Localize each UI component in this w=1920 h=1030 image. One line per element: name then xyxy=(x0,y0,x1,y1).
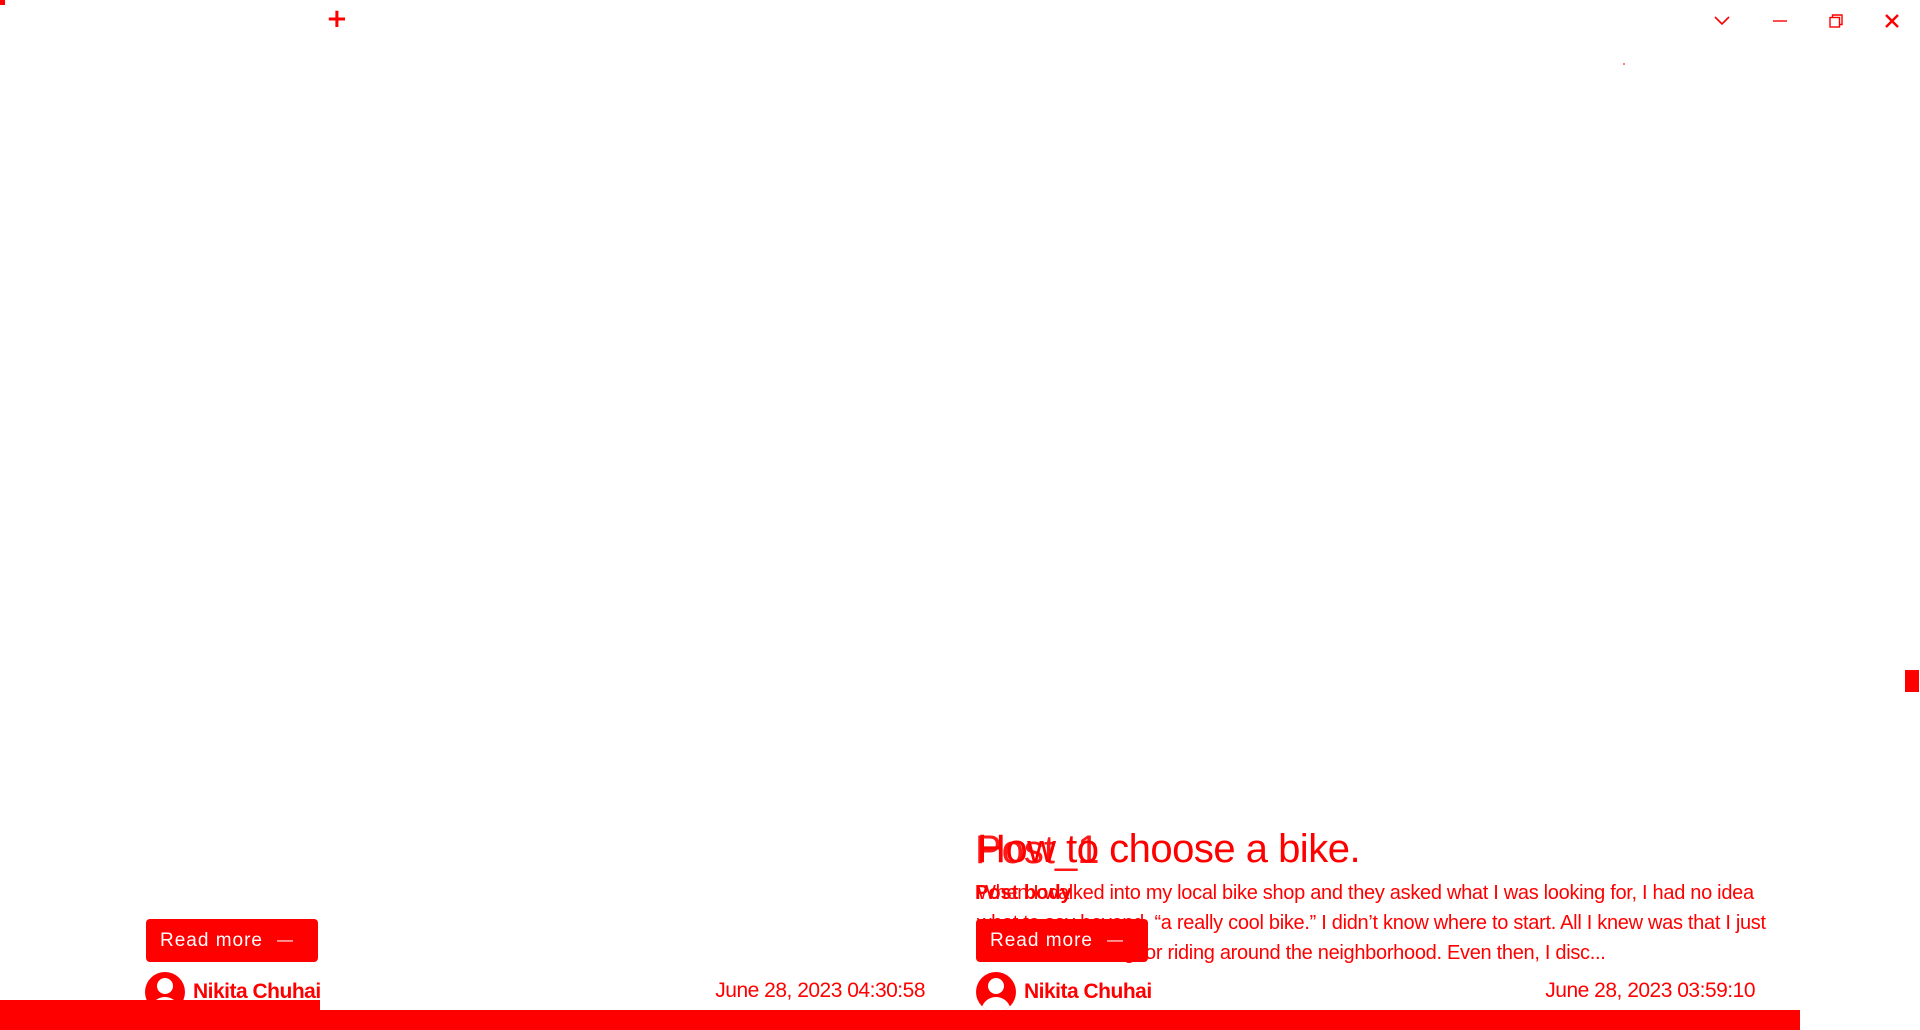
new-tab-button[interactable]: + xyxy=(326,6,348,32)
post-title[interactable]: How to choose a bike. xyxy=(977,829,1361,869)
author-link[interactable]: Nikita Chuhai xyxy=(976,972,1152,1012)
avatar xyxy=(976,972,1016,1012)
window-corner-marker xyxy=(0,0,5,5)
read-more-button[interactable]: Read more — xyxy=(976,919,1148,962)
arrow-dash-icon: — xyxy=(277,931,294,949)
read-more-label: Read more xyxy=(990,929,1093,951)
read-more-label: Read more xyxy=(160,929,263,951)
chevron-down-icon xyxy=(1714,16,1730,26)
arrow-dash-icon: — xyxy=(1107,931,1124,949)
restore-button[interactable] xyxy=(1816,6,1856,36)
minimize-button[interactable] xyxy=(1760,6,1800,36)
post-date: June 28, 2023 04:30:58 xyxy=(715,979,925,1002)
tab-list-button[interactable] xyxy=(1702,6,1742,36)
close-button[interactable] xyxy=(1872,6,1912,36)
minimize-icon xyxy=(1773,20,1787,22)
author-name: Nikita Chuhai xyxy=(1024,980,1152,1003)
restore-icon xyxy=(1829,14,1843,28)
artifact-dot xyxy=(1623,63,1625,65)
scrollbar-thumb[interactable] xyxy=(1905,670,1919,692)
post-date: June 28, 2023 03:59:10 xyxy=(1545,979,1755,1002)
read-more-button[interactable]: Read more — xyxy=(146,919,318,962)
close-icon xyxy=(1885,14,1899,28)
card-footer-bar xyxy=(0,1010,1800,1030)
